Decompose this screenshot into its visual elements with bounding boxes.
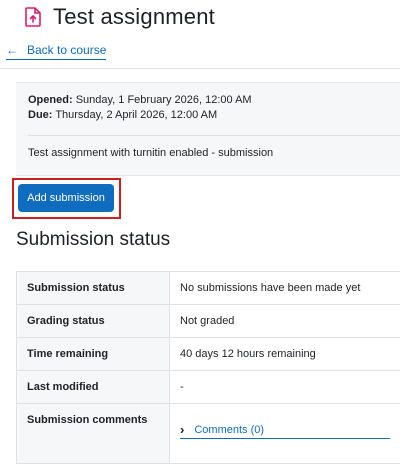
opened-date: Opened: Sunday, 1 February 2026, 12:00 A… [28,93,252,108]
opened-label: Opened: [28,94,73,106]
back-to-course-label: Back to course [27,43,107,57]
row-label: Grading status [16,304,170,338]
row-value: 40 days 12 hours remaining [169,337,400,371]
table-row: Last modified - [16,370,400,404]
row-label: Last modified [16,370,170,404]
info-divider [28,135,400,136]
assignment-icon [24,7,42,27]
page-title: Test assignment [53,4,215,29]
chevron-right-icon: › [180,422,185,437]
row-value: › Comments (0) [169,403,400,464]
row-value: - [169,370,400,404]
add-submission-button[interactable]: Add submission [18,184,114,212]
comments-label: Comments (0) [194,423,265,436]
due-label: Due: [28,109,53,121]
assignment-dates: Opened: Sunday, 1 February 2026, 12:00 A… [28,93,252,123]
row-label: Submission status [16,271,170,305]
back-to-course-link[interactable]: ← Back to course [6,42,107,60]
row-label: Time remaining [16,337,170,371]
due-date: Due: Thursday, 2 April 2026, 12:00 AM [28,108,252,123]
table-row: Submission status No submissions have be… [16,271,400,305]
page-header: Test assignment [24,0,215,34]
assignment-intro: Test assignment with turnitin enabled - … [28,147,274,159]
comments-toggle-link[interactable]: › Comments (0) [180,422,390,439]
submission-status-heading: Submission status [16,229,171,250]
table-row: Submission comments › Comments (0) [16,403,400,464]
row-value: Not graded [169,304,400,338]
assignment-info-box: Opened: Sunday, 1 February 2026, 12:00 A… [16,82,400,176]
row-label: Submission comments [16,403,170,464]
header-divider [0,68,400,69]
submission-status-table: Submission status No submissions have be… [16,271,400,464]
arrow-left-icon: ← [6,43,18,57]
table-row: Time remaining 40 days 12 hours remainin… [16,337,400,371]
opened-value: Sunday, 1 February 2026, 12:00 AM [75,94,252,106]
row-value: No submissions have been made yet [169,271,400,305]
due-value: Thursday, 2 April 2026, 12:00 AM [55,109,218,121]
table-row: Grading status Not graded [16,304,400,338]
